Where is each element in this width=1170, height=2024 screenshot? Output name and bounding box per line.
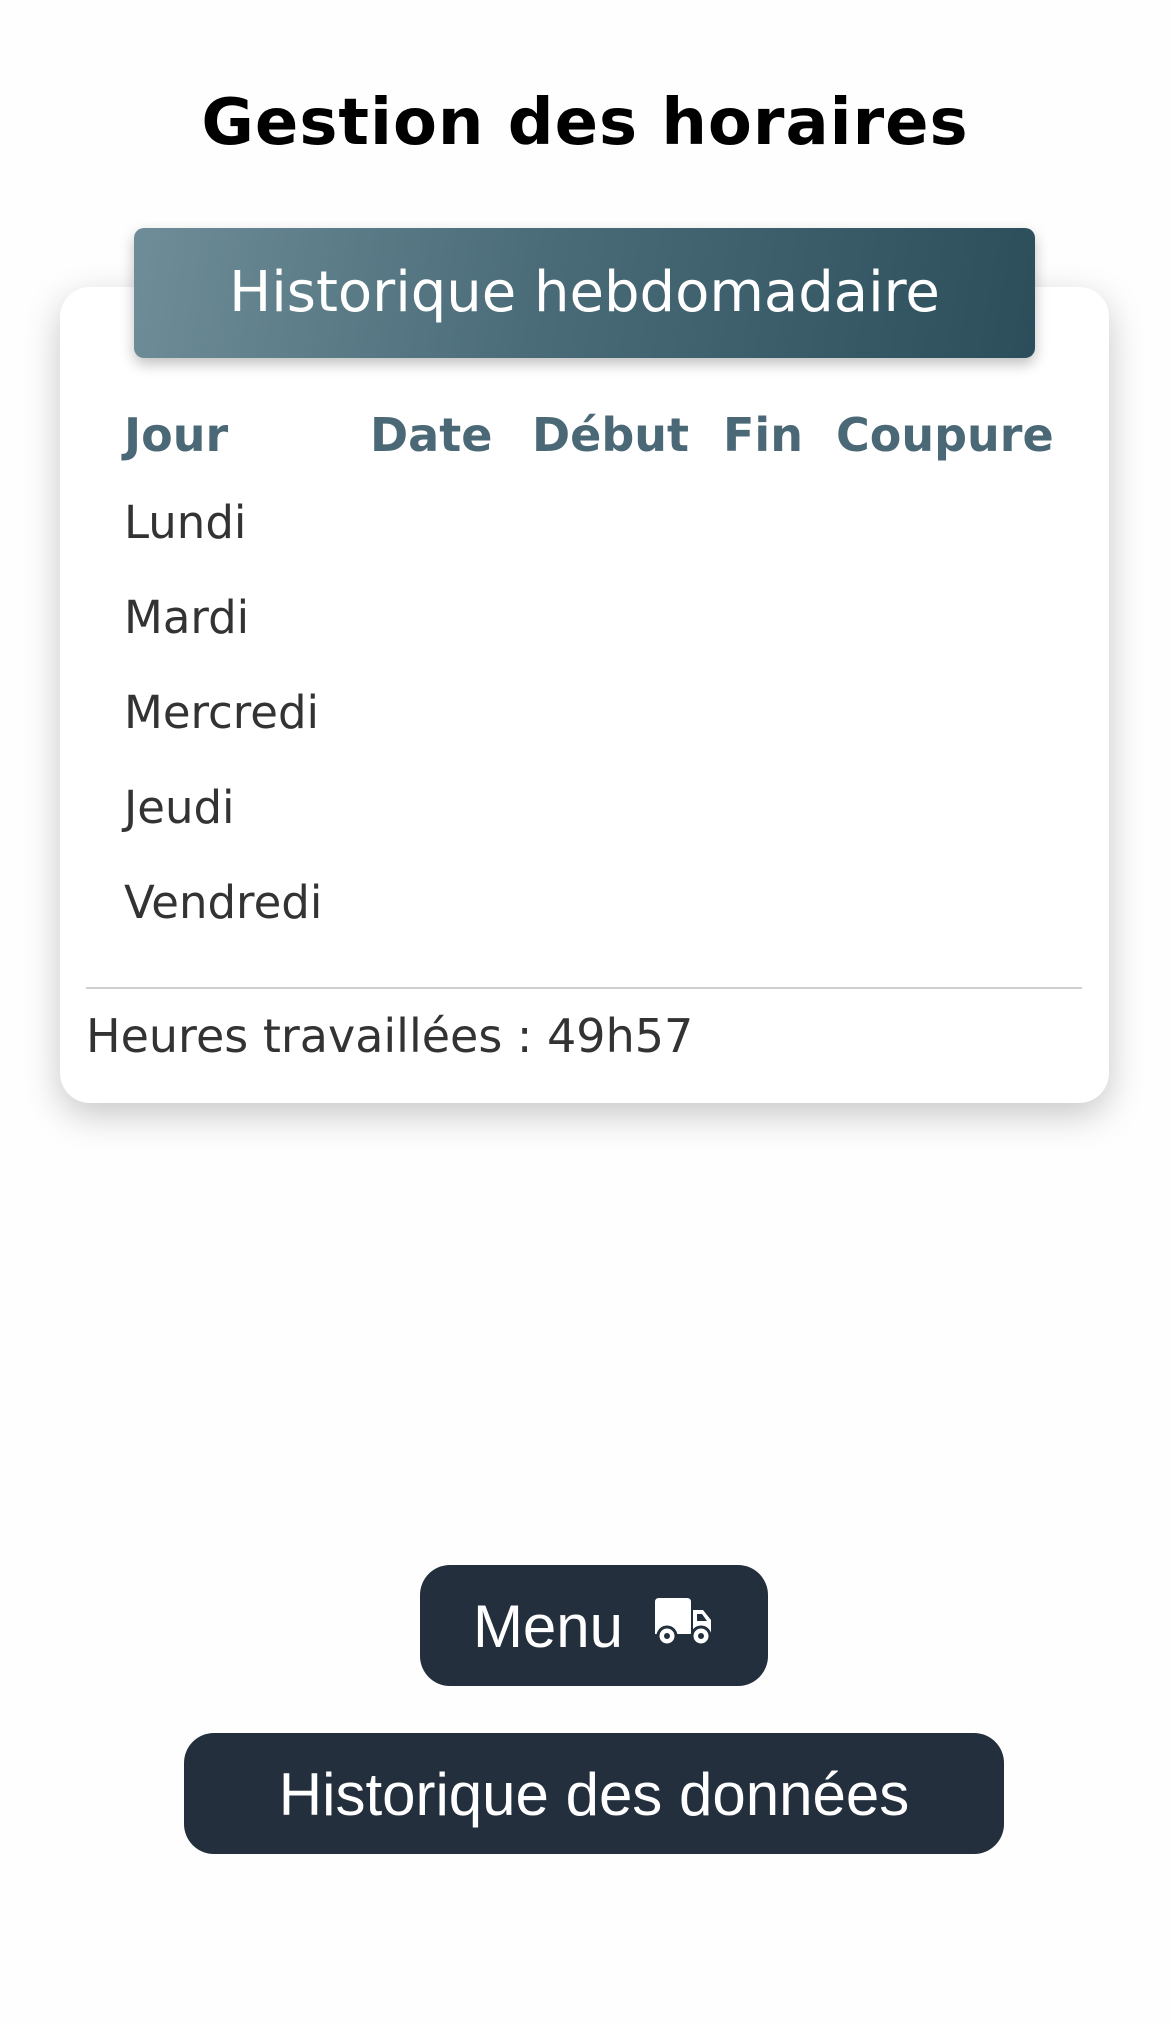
menu-button[interactable]: Menu <box>420 1565 768 1686</box>
cell-end <box>723 570 836 665</box>
table-row: Vendredi <box>124 855 1066 950</box>
cell-end <box>723 475 836 570</box>
column-header-break: Coupure <box>836 408 1054 462</box>
cell-date <box>370 855 532 950</box>
cell-start <box>532 570 723 665</box>
table-header-row: Jour Date Début Fin Coupure <box>124 395 1066 475</box>
cell-day: Mercredi <box>124 686 320 739</box>
column-header-date: Date <box>370 408 493 462</box>
cell-date <box>370 760 532 855</box>
page-title: Gestion des horaires <box>201 86 969 160</box>
cell-start <box>532 855 723 950</box>
card-header: Historique hebdomadaire <box>134 228 1035 358</box>
card-divider <box>86 987 1082 989</box>
menu-button-label: Menu <box>472 1593 624 1660</box>
cell-day: Vendredi <box>124 876 323 929</box>
cell-date <box>370 475 532 570</box>
cell-day: Lundi <box>124 496 247 549</box>
cell-end <box>723 760 836 855</box>
total-hours-label: Heures travaillées : 49h57 <box>86 1009 694 1063</box>
column-header-day: Jour <box>124 408 229 462</box>
cell-date <box>370 665 532 760</box>
cell-end <box>723 855 836 950</box>
column-header-start: Début <box>532 408 690 462</box>
cell-start <box>532 760 723 855</box>
data-history-button[interactable]: Historique des données <box>184 1733 1004 1854</box>
table-row: Jeudi <box>124 760 1066 855</box>
cell-end <box>723 665 836 760</box>
cell-day: Mardi <box>124 591 250 644</box>
column-header-end: Fin <box>723 408 803 462</box>
table-row: Mercredi <box>124 665 1066 760</box>
weekly-table: Jour Date Début Fin Coupure Lundi Mardi … <box>124 395 1066 950</box>
cell-date <box>370 570 532 665</box>
cell-break <box>836 570 1066 665</box>
cell-day: Jeudi <box>124 781 235 834</box>
truck-icon <box>651 1567 715 1688</box>
cell-start <box>532 475 723 570</box>
cell-start <box>532 665 723 760</box>
cell-break <box>836 665 1066 760</box>
table-row: Mardi <box>124 570 1066 665</box>
table-row: Lundi <box>124 475 1066 570</box>
cell-break <box>836 855 1066 950</box>
cell-break <box>836 760 1066 855</box>
cell-break <box>836 475 1066 570</box>
